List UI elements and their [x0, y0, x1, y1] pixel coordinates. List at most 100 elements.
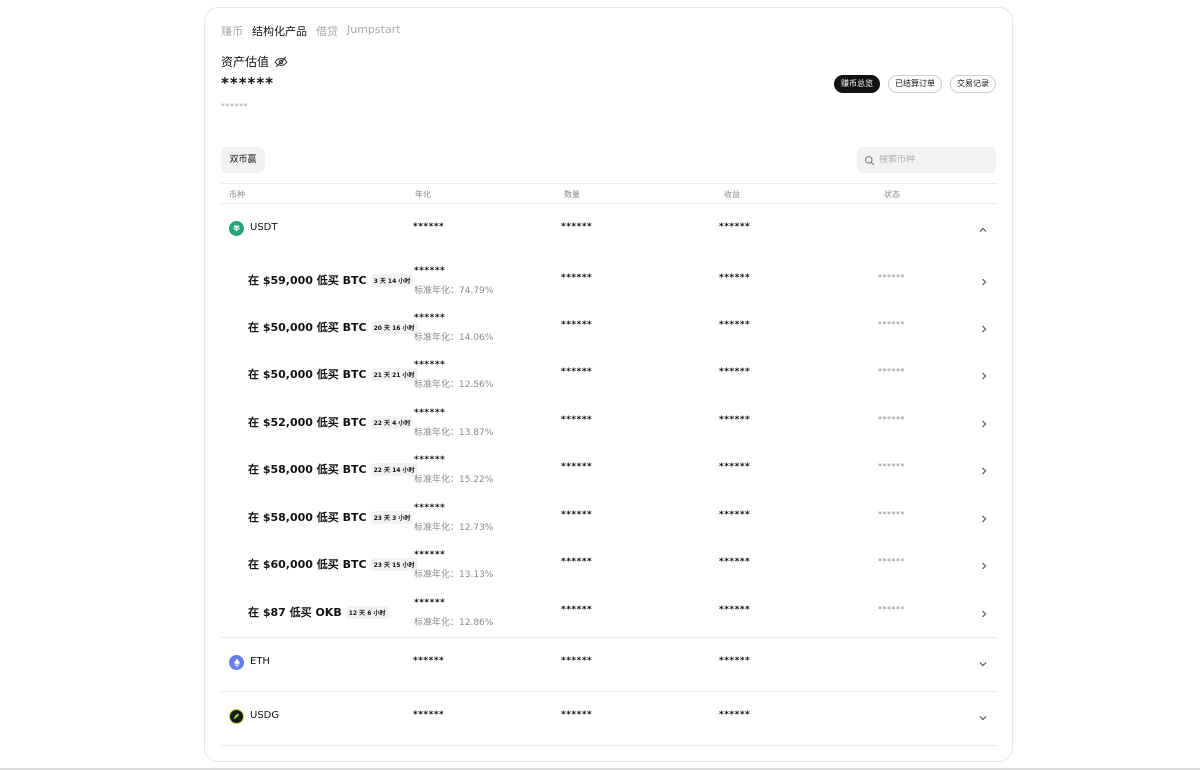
product-apy-masked: ******	[414, 266, 446, 276]
product-earnings: ******	[719, 462, 751, 472]
product-apy-label: 标准年化：12.56%	[414, 380, 494, 390]
product-title: 在 $87 低买 OKB 12 天 6 小时	[248, 604, 389, 620]
product-amount: ******	[561, 367, 593, 377]
chevron-right-icon[interactable]	[979, 514, 989, 524]
product-title-text: 在 $60,000 低买 BTC	[248, 558, 367, 571]
earn-overview-button[interactable]: 赚币总览	[834, 75, 880, 93]
asset-valuation: 资产估值	[221, 53, 288, 70]
product-apy-label: 标准年化：13.13%	[414, 570, 494, 580]
settled-orders-button[interactable]: 已结算订单	[888, 75, 942, 93]
product-status: ******	[878, 557, 905, 566]
duration-badge: 23 天 3 小时	[370, 510, 414, 524]
product-status: ******	[878, 415, 905, 424]
trade-history-button[interactable]: 交易记录	[950, 75, 996, 93]
asset-valuation-label: 资产估值	[221, 55, 270, 69]
product-title-text: 在 $87 低买 OKB	[248, 606, 342, 619]
product-earnings: ******	[719, 415, 751, 425]
coin-amount: ******	[561, 656, 593, 666]
chevron-right-icon[interactable]	[979, 324, 989, 334]
chevron-right-icon[interactable]	[979, 419, 989, 429]
row-divider	[221, 745, 997, 746]
product-row[interactable]: 在 $50,000 低买 BTC 21 天 21 小时 ****** 标准年化：1…	[221, 351, 997, 398]
product-apy-label: 标准年化：15.22%	[414, 475, 494, 485]
product-earnings: ******	[719, 367, 751, 377]
product-apy-masked: ******	[414, 598, 446, 608]
product-apy-label: 标准年化：12.86%	[414, 618, 494, 628]
product-title: 在 $58,000 低买 BTC 23 天 3 小时	[248, 509, 414, 525]
tab-earn[interactable]: 赚币	[221, 23, 243, 39]
product-earnings: ******	[719, 510, 751, 520]
product-row[interactable]: 在 $59,000 低买 BTC 3 天 14 小时 ****** 标准年化：74…	[221, 257, 997, 304]
product-row[interactable]: 在 $58,000 低买 BTC 22 天 14 小时 ****** 标准年化：1…	[221, 446, 997, 493]
column-header-earnings: 收益	[724, 190, 740, 199]
column-header-apy: 年化	[415, 190, 431, 199]
chevron-right-icon[interactable]	[979, 466, 989, 476]
duration-badge: 23 天 15 小时	[370, 557, 418, 571]
column-header-amount: 数量	[564, 190, 580, 199]
header-actions: 赚币总览 已结算订单 交易记录	[834, 75, 996, 93]
product-title: 在 $50,000 低买 BTC 21 天 21 小时	[248, 366, 418, 382]
product-status: ******	[878, 510, 905, 519]
chevron-right-icon[interactable]	[979, 277, 989, 287]
product-earnings: ******	[719, 557, 751, 567]
dual-investment-filter[interactable]: 双币赢	[221, 147, 265, 173]
coin-row-usdg[interactable]: USDG ****** ****** ******	[221, 692, 997, 744]
product-earnings: ******	[719, 273, 751, 283]
search-input[interactable]	[879, 155, 989, 165]
duration-badge: 20 天 16 小时	[370, 320, 418, 334]
tab-structured-products[interactable]: 结构化产品	[252, 23, 307, 39]
product-row[interactable]: 在 $87 低买 OKB 12 天 6 小时 ****** 标准年化：12.86%…	[221, 589, 997, 636]
product-earnings: ******	[719, 605, 751, 615]
chevron-up-icon[interactable]	[978, 225, 988, 235]
chevron-right-icon[interactable]	[979, 609, 989, 619]
column-header-status: 状态	[884, 190, 900, 199]
product-status: ******	[878, 605, 905, 614]
product-title-text: 在 $52,000 低买 BTC	[248, 416, 367, 429]
product-status: ******	[878, 273, 905, 282]
product-apy-masked: ******	[414, 550, 446, 560]
product-row[interactable]: 在 $58,000 低买 BTC 23 天 3 小时 ****** 标准年化：12…	[221, 494, 997, 541]
product-amount: ******	[561, 557, 593, 567]
coin-row-usdt[interactable]: USDT ****** ****** ******	[221, 204, 997, 256]
product-title-text: 在 $50,000 低买 BTC	[248, 321, 367, 334]
coin-earnings: ******	[719, 656, 751, 666]
product-title: 在 $52,000 低买 BTC 22 天 4 小时	[248, 414, 414, 430]
chevron-down-icon[interactable]	[978, 713, 988, 723]
search-icon	[865, 155, 875, 165]
product-title: 在 $58,000 低买 BTC 22 天 14 小时	[248, 461, 418, 477]
coin-row-eth[interactable]: ETH ****** ****** ******	[221, 638, 997, 690]
chevron-down-icon[interactable]	[978, 659, 988, 669]
coin-earnings: ******	[719, 222, 751, 232]
product-title-text: 在 $58,000 低买 BTC	[248, 511, 367, 524]
chevron-right-icon[interactable]	[979, 371, 989, 381]
product-row[interactable]: 在 $52,000 低买 BTC 22 天 4 小时 ****** 标准年化：13…	[221, 399, 997, 446]
duration-badge: 22 天 4 小时	[370, 415, 414, 429]
duration-badge: 12 天 6 小时	[345, 605, 389, 619]
tab-loan[interactable]: 借贷	[316, 23, 338, 39]
product-row[interactable]: 在 $60,000 低买 BTC 23 天 15 小时 ****** 标准年化：1…	[221, 541, 997, 588]
product-earnings: ******	[719, 320, 751, 330]
eth-coin-icon	[229, 655, 244, 670]
product-apy-masked: ******	[414, 313, 446, 323]
product-apy-label: 标准年化：12.73%	[414, 523, 494, 533]
product-apy-label: 标准年化：14.06%	[414, 333, 494, 343]
asset-sub-value: ******	[221, 102, 248, 111]
chevron-right-icon[interactable]	[979, 561, 989, 571]
product-title-text: 在 $59,000 低买 BTC	[248, 274, 367, 287]
duration-badge: 3 天 14 小时	[370, 273, 414, 287]
product-title: 在 $59,000 低买 BTC 3 天 14 小时	[248, 272, 414, 288]
coin-apy: ******	[413, 710, 445, 720]
product-title: 在 $60,000 低买 BTC 23 天 15 小时	[248, 556, 418, 572]
column-header-coin: 币种	[229, 190, 245, 199]
coin-apy: ******	[413, 656, 445, 666]
coin-name: ETH	[250, 656, 270, 667]
eye-off-icon[interactable]	[274, 55, 288, 69]
tab-jumpstart[interactable]: Jumpstart	[347, 23, 401, 39]
coin-amount: ******	[561, 710, 593, 720]
product-row[interactable]: 在 $50,000 低买 BTC 20 天 16 小时 ****** 标准年化：1…	[221, 304, 997, 351]
product-apy-masked: ******	[414, 503, 446, 513]
coin-amount: ******	[561, 222, 593, 232]
product-amount: ******	[561, 605, 593, 615]
search-box[interactable]	[857, 147, 996, 173]
duration-badge: 22 天 14 小时	[370, 462, 418, 476]
